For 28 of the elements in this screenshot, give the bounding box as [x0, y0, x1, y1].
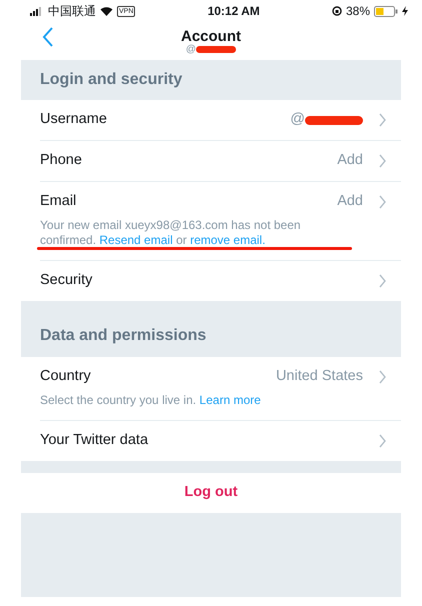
row-value: Add [337, 151, 363, 170]
charging-icon [402, 6, 408, 16]
row-value: Add [337, 192, 363, 212]
signal-icon [30, 6, 44, 16]
battery-icon [374, 6, 398, 16]
screen-title: Account [181, 28, 241, 44]
account-handle: @ [186, 44, 196, 54]
section-header: Data and permissions [21, 301, 401, 357]
help-text: Select the country you live in. Learn more [40, 393, 262, 409]
chevron-right-icon [379, 195, 387, 209]
carrier-name: 中国联通 [48, 3, 96, 20]
wifi-icon [100, 6, 113, 16]
section-header: Login and security [21, 60, 401, 100]
chevron-right-icon [379, 113, 387, 127]
chevron-right-icon [379, 434, 387, 448]
settings-row[interactable]: Your Twitter data [40, 421, 401, 461]
settings-row[interactable]: Security [40, 261, 401, 301]
chevron-right-icon [379, 154, 387, 168]
status-time: 10:12 AM [208, 3, 260, 20]
chevron-right-icon [379, 274, 387, 288]
chevron-right-icon [379, 370, 387, 384]
help-text: Your new email xueyx98@163.com has not been confirmed. Resend email or remove email. [40, 218, 340, 260]
rotation-lock-icon [332, 6, 342, 16]
settings-row[interactable]: Username @ [40, 100, 401, 140]
settings-row[interactable]: Phone Add [40, 141, 401, 181]
row-value: United States [276, 367, 363, 386]
battery-percent: 38% [346, 3, 370, 20]
row-value: @ [290, 110, 305, 130]
